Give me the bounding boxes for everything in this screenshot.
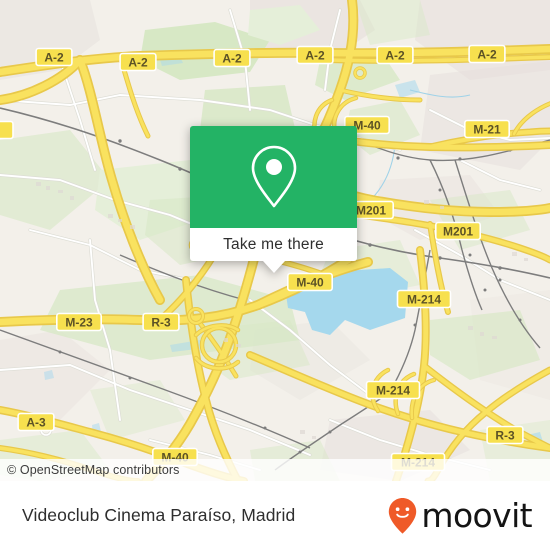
highway-shield-label: A-3 (26, 415, 46, 429)
highway-shield: M-214 (365, 380, 421, 400)
popup-header (190, 126, 357, 228)
location-popup[interactable]: Take me there (190, 126, 357, 273)
take-me-there-button[interactable]: Take me there (190, 228, 357, 261)
highway-shield: A-2 (119, 52, 157, 72)
take-me-there-label: Take me there (223, 235, 324, 253)
moovit-logo[interactable]: moovit (387, 496, 533, 535)
highway-shield-label: M-40 (353, 118, 381, 132)
highway-shield: R-3 (486, 425, 524, 445)
highway-shield-label: R-3 (495, 428, 515, 442)
highway-shield-label: A-2 (385, 48, 405, 62)
smiling-pin-icon (389, 497, 417, 534)
highway-shield: M-23 (55, 312, 103, 332)
popup-tail (262, 261, 285, 273)
highway-shield: M-40 (286, 272, 333, 292)
footer-bar: Videoclub Cinema Paraíso, Madrid moovit (0, 481, 550, 550)
highway-shield: A-2 (468, 44, 506, 64)
location-pin-outline-icon (251, 145, 296, 208)
highway-shield-label: M-214 (376, 383, 410, 397)
highway-shield-label: A-2 (128, 55, 148, 69)
osm-attribution-bar: © OpenStreetMap contributors (0, 459, 550, 481)
highway-shield-label: M-214 (407, 292, 441, 306)
highway-shield-label: R-3 (151, 315, 171, 329)
highway-shield-label: A-2 (477, 47, 497, 61)
highway-shield: A-3 (17, 412, 55, 432)
highway-shield-label: M-23 (65, 315, 93, 329)
highway-shield: R-3 (142, 312, 180, 332)
highway-shield-label: M201 (356, 203, 386, 217)
highway-shield: M201 (434, 221, 481, 241)
map-screenshot: .land{fill:#f3f0ea} .green{fill:#d7e8c5}… (0, 0, 550, 550)
highway-shield-label: M-40 (296, 275, 324, 289)
highway-shield-label: A-2 (222, 51, 242, 65)
highway-shield: A-2 (213, 48, 251, 68)
highway-shield: M-21 (463, 119, 510, 139)
highway-shield-label: M-21 (473, 122, 501, 136)
highway-shield-label: A-2 (44, 50, 64, 64)
highway-shield-label: M201 (443, 224, 473, 238)
highway-shield-label: A-2 (305, 48, 325, 62)
highway-shield: A-2 (376, 45, 414, 65)
highway-shield: A-2 (35, 47, 73, 67)
highway-shield: A-2 (296, 45, 334, 65)
place-name: Videoclub Cinema Paraíso, Madrid (22, 505, 296, 525)
highway-shield: M-214 (396, 289, 452, 309)
moovit-wordmark: moovit (421, 496, 532, 535)
osm-attribution-text: © OpenStreetMap contributors (7, 463, 180, 477)
highway-shield (0, 120, 14, 140)
